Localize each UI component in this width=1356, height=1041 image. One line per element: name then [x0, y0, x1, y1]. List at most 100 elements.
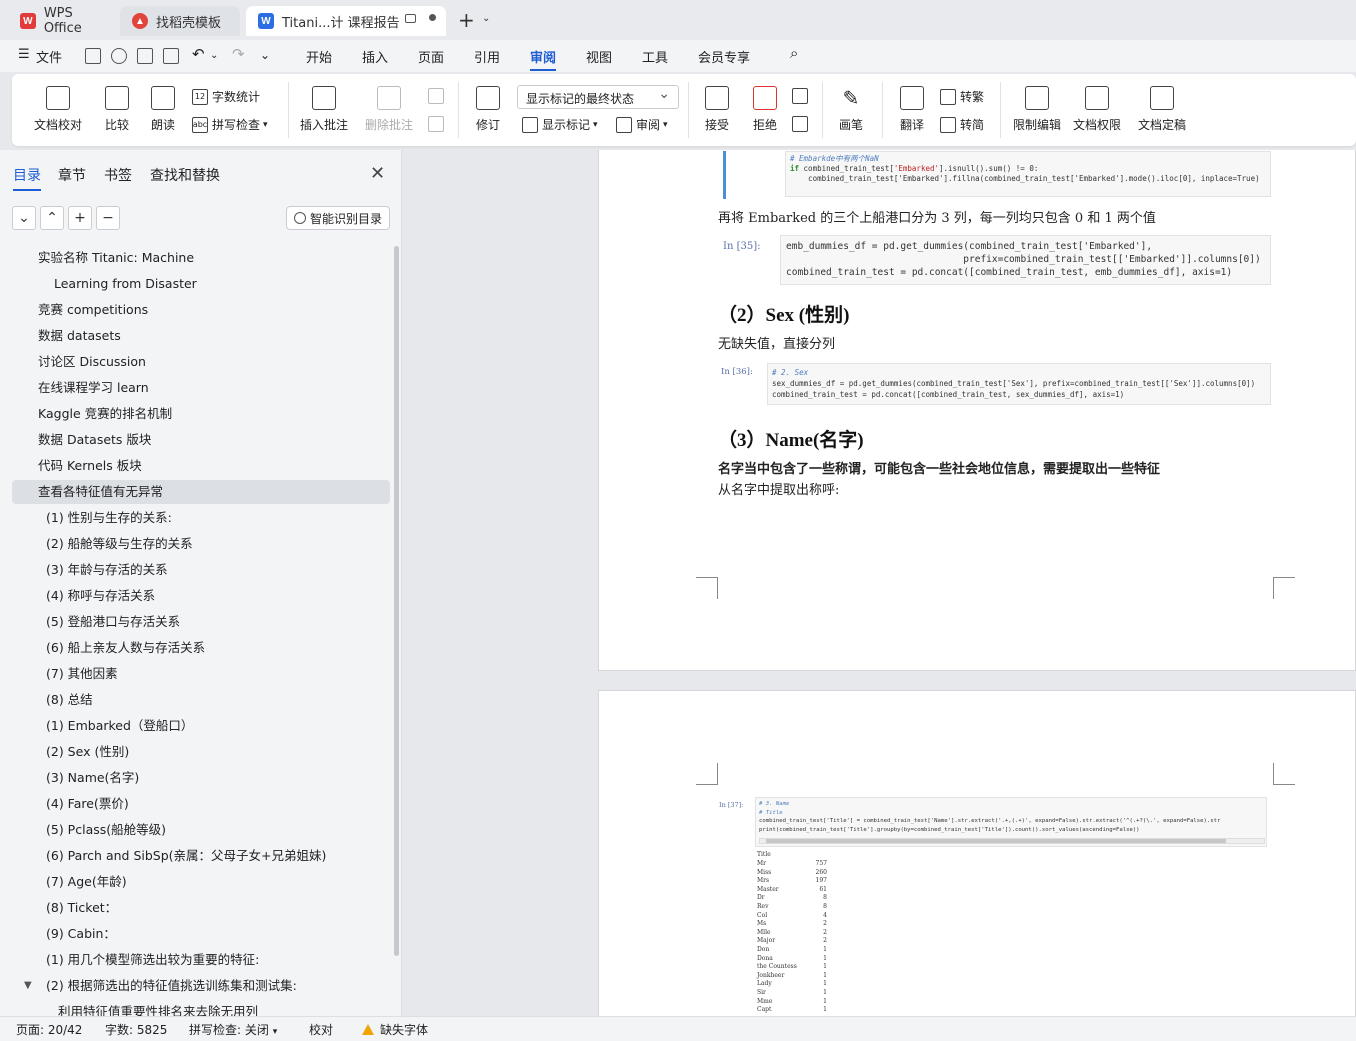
toc-item[interactable]: (1) Embarked（登船口） [12, 714, 390, 738]
reject-button[interactable]: 拒绝 [746, 74, 784, 133]
print-icon[interactable] [137, 48, 153, 64]
menu-tab-tools[interactable]: 工具 [642, 47, 668, 66]
undo-dropdown-icon[interactable]: ⌄ [210, 50, 218, 61]
word-count-status[interactable]: 字数: 5825 [105, 1021, 167, 1038]
prev-comment-icon[interactable] [428, 88, 448, 104]
spell-check-status[interactable]: 拼写检查: 关闭 ▾ [189, 1021, 277, 1038]
nav-tab-bookmarks[interactable]: 书签 [104, 165, 132, 185]
toc-item[interactable]: Learning from Disaster [12, 272, 390, 296]
toc-item[interactable]: (9) Cabin： [12, 922, 390, 946]
tab-daoke-templates[interactable]: ▲ 找稻壳模板 [120, 6, 240, 36]
toc-item[interactable]: 竞赛 competitions [12, 298, 390, 322]
toc-item[interactable]: 利用特征值重要性排名来去除无用列 [12, 1000, 390, 1016]
proofread-status[interactable]: 校对 [309, 1021, 333, 1038]
toc-item[interactable]: 数据 datasets [12, 324, 390, 348]
missing-font-status[interactable]: 缺失字体 [362, 1021, 428, 1038]
toc-item[interactable]: (4) Fare(票价) [12, 792, 390, 816]
translate-button[interactable]: 翻译 [892, 74, 932, 133]
toc-item[interactable]: 代码 Kernels 板块 [12, 454, 390, 478]
restrict-edit-button[interactable]: 限制编辑 [1010, 74, 1064, 133]
undo-icon[interactable]: ↶ [192, 45, 205, 63]
toc-item[interactable]: 数据 Datasets 版块 [12, 428, 390, 452]
menu-tab-insert[interactable]: 插入 [362, 47, 388, 66]
smart-toc-button[interactable]: 智能识别目录 [286, 206, 390, 230]
to-traditional-button[interactable]: 转繁 [940, 88, 984, 105]
review-pane-button[interactable]: 审阅 ▾ [616, 116, 668, 133]
toc-item[interactable]: 查看各特征值有无异常 [12, 480, 390, 504]
doc-permission-button[interactable]: 文档权限 [1070, 74, 1124, 133]
toc-item[interactable]: (4) 称呼与存活关系 [12, 584, 390, 608]
accept-button[interactable]: 接受 [698, 74, 736, 133]
delete-comment-button[interactable]: 删除批注 [359, 74, 419, 133]
to-simplified-button[interactable]: 转简 [940, 116, 984, 133]
toc-item[interactable]: 讨论区 Discussion [12, 350, 390, 374]
cell-horizontal-scrollbar[interactable] [759, 838, 1265, 844]
menu-tab-page[interactable]: 页面 [418, 47, 444, 66]
toc-item[interactable]: (8) Ticket： [12, 896, 390, 920]
scrollbar-thumb[interactable] [766, 839, 1226, 843]
tab-document[interactable]: W Titani...计 课程报告 [246, 6, 446, 36]
toc-item[interactable]: (2) 船舱等级与生存的关系 [12, 532, 390, 556]
menu-tab-view[interactable]: 视图 [586, 47, 612, 66]
tab-wps-office[interactable]: W WPS Office [8, 6, 114, 36]
collapse-up-icon[interactable]: ⌃ [40, 206, 64, 230]
collapse-caret-icon[interactable]: ▼ [24, 974, 32, 998]
next-change-icon[interactable] [792, 116, 812, 132]
close-icon[interactable]: ✕ [370, 163, 385, 184]
hamburger-menu-icon[interactable]: ☰ [18, 47, 30, 62]
window-mode-icon[interactable] [405, 14, 416, 23]
print-preview-icon[interactable] [163, 48, 179, 64]
add-heading-icon[interactable]: + [68, 206, 92, 230]
share-icon[interactable] [111, 48, 127, 64]
tab-close-dot-icon[interactable] [429, 14, 436, 21]
menu-tab-review[interactable]: 审阅 [530, 47, 557, 71]
new-tab-plus-icon[interactable]: + [458, 10, 475, 30]
toc-item[interactable]: (3) 年龄与存活的关系 [12, 558, 390, 582]
compare-button[interactable]: 比较 [96, 74, 138, 133]
toc-item[interactable]: (7) 其他因素 [12, 662, 390, 686]
toc-item[interactable]: (1) 用几个模型筛选出较为重要的特征: [12, 948, 390, 972]
toc-item[interactable]: ▼ (2) 根据筛选出的特征值挑选训练集和测试集: [12, 974, 390, 998]
toc-item[interactable]: (6) Parch and SibSp(亲属：父母子女+兄弟姐妹) [12, 844, 390, 868]
toc-item[interactable]: (2) Sex (性别) [12, 740, 390, 764]
document-canvas[interactable]: # Embarkde中有两个NaN if combined_train_test… [403, 150, 1356, 1016]
toc-item[interactable]: 实验名称 Titanic: Machine [12, 246, 390, 270]
toc-item[interactable]: (1) 性别与生存的关系: [12, 506, 390, 530]
toc-item[interactable]: 在线课程学习 learn [12, 376, 390, 400]
insert-comment-button[interactable]: 插入批注 [299, 74, 349, 133]
menu-tab-member[interactable]: 会员专享 [698, 47, 750, 66]
tab-dropdown-chevron-icon[interactable]: ⌄ [482, 13, 490, 24]
toc-item[interactable]: (3) Name(名字) [12, 766, 390, 790]
toc-item[interactable]: Kaggle 竞赛的排名机制 [12, 402, 390, 426]
doc-check-button[interactable]: 文档校对 [28, 74, 88, 133]
menu-tab-start[interactable]: 开始 [306, 47, 332, 66]
save-icon[interactable] [85, 48, 101, 64]
remove-heading-icon[interactable]: − [96, 206, 120, 230]
nav-tab-find-replace[interactable]: 查找和替换 [150, 165, 220, 185]
toc-item[interactable]: (5) 登船港口与存活关系 [12, 610, 390, 634]
nav-tab-toc[interactable]: 目录 [13, 165, 41, 191]
nav-scrollbar[interactable] [394, 246, 399, 956]
nav-tab-sections[interactable]: 章节 [58, 165, 86, 185]
page-indicator[interactable]: 页面: 20/42 [16, 1021, 82, 1038]
pen-button[interactable]: ✎ 画笔 [832, 74, 870, 133]
doc-finalize-button[interactable]: 文档定稿 [1130, 74, 1194, 133]
read-aloud-button[interactable]: 朗读 [146, 74, 180, 133]
redo-icon[interactable]: ↷ [232, 45, 245, 63]
show-markup-button[interactable]: 显示标记 ▾ [522, 116, 598, 133]
track-changes-button[interactable]: 修订 [468, 74, 508, 133]
word-count-button[interactable]: 12 字数统计 [192, 88, 260, 105]
search-icon[interactable]: ⌕ [790, 44, 798, 62]
prev-change-icon[interactable] [792, 88, 812, 104]
toc-item[interactable]: (8) 总结 [12, 688, 390, 712]
markup-state-select[interactable]: 显示标记的最终状态 [517, 85, 679, 109]
toc-item[interactable]: (7) Age(年龄) [12, 870, 390, 894]
expand-down-icon[interactable]: ⌄ [12, 206, 36, 230]
toc-item[interactable]: (6) 船上亲友人数与存活关系 [12, 636, 390, 660]
menu-tab-references[interactable]: 引用 [474, 47, 500, 66]
quick-access-more-icon[interactable]: ⌄ [260, 48, 270, 62]
menu-file[interactable]: 文件 [36, 47, 62, 66]
next-comment-icon[interactable] [428, 116, 448, 132]
toc-item[interactable]: (5) Pclass(船舱等级) [12, 818, 390, 842]
spell-check-button[interactable]: abc 拼写检查 ▾ [192, 116, 268, 133]
